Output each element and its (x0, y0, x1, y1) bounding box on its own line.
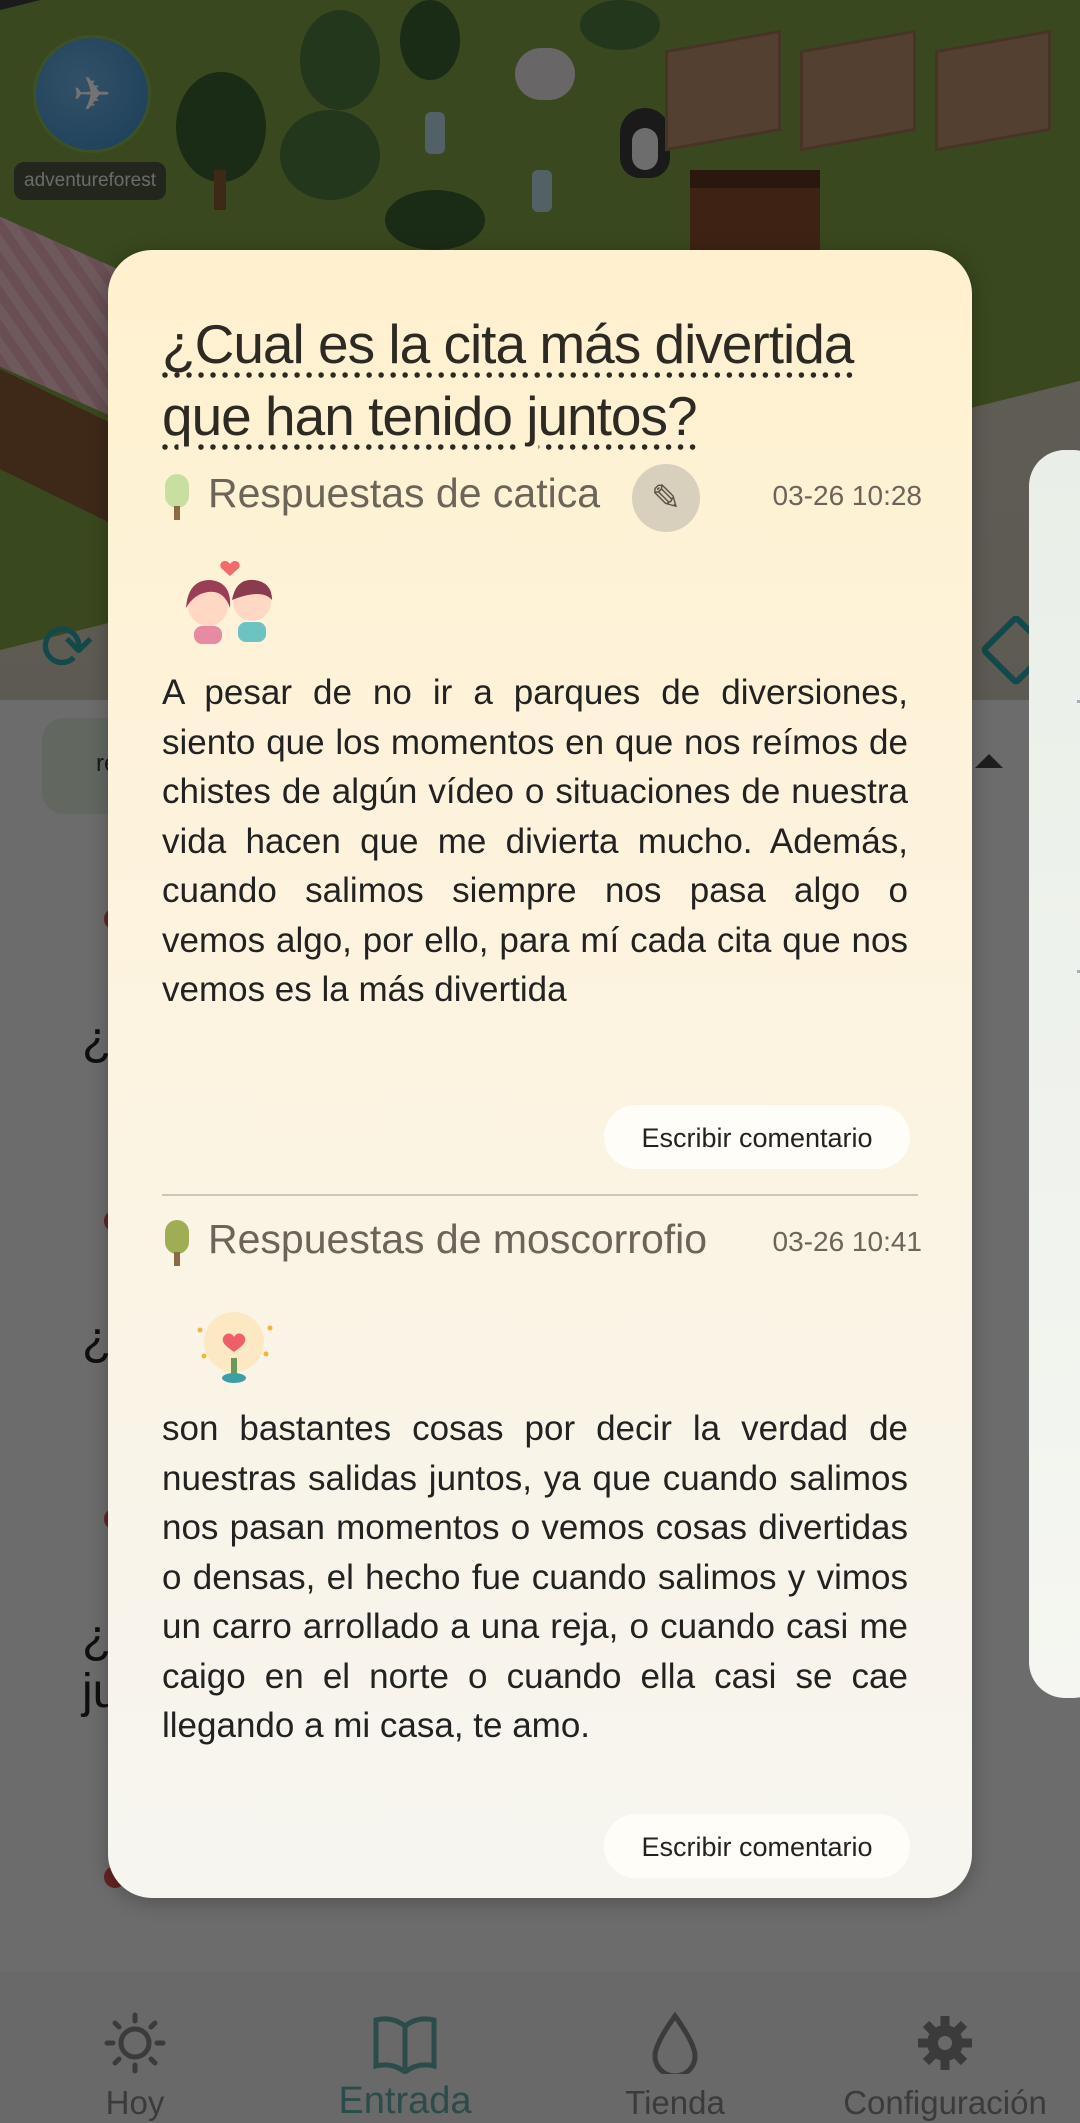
gear-icon (918, 2016, 972, 2070)
answer-header: Respuestas de catica ✎ 03-26 10:28 (162, 464, 922, 532)
nav-tienda[interactable]: Tienda (540, 1972, 810, 2123)
nav-label: Configuración (843, 2084, 1047, 2121)
answer-author: Respuestas de catica (208, 470, 601, 516)
nav-entrada[interactable]: Entrada (270, 1972, 540, 2123)
answer-text: son bastantes cosas por decir la verdad … (162, 1409, 908, 1745)
answer-time: 03-26 10:28 (772, 480, 922, 511)
nav-label: Tienda (625, 2084, 725, 2121)
nav-label: Hoy (105, 2084, 165, 2121)
drop-icon (652, 2012, 698, 2074)
answer-text: A pesar de no ir a parques de diversione… (162, 673, 908, 1009)
answer-modal: ¿Cual es la cita más divertida que han t… (108, 250, 972, 1898)
answer-author: Respuestas de moscorrofio (208, 1216, 708, 1262)
write-comment-button[interactable]: Escribir comentario (604, 1814, 910, 1878)
question-title: ¿Cual es la cita más divertida que han t… (162, 313, 854, 447)
tree-avatar-icon (162, 1220, 192, 1266)
tree-avatar-icon (162, 474, 192, 520)
sun-icon (104, 2012, 166, 2074)
lightbulb-heart-sticker-icon (197, 1312, 273, 1383)
edit-button[interactable]: ✎ (632, 464, 700, 532)
side-card-peek[interactable] (1029, 450, 1080, 1698)
couple-sticker-icon (186, 561, 272, 644)
bottom-nav: Hoy Entrada Tienda Configuración (0, 1972, 1080, 2123)
nav-hoy[interactable]: Hoy (0, 1972, 270, 2123)
nav-configuracion[interactable]: Configuración (810, 1972, 1080, 2123)
answer-divider (162, 1194, 918, 1196)
answer-header: Respuestas de moscorrofio 03-26 10:41 (162, 1210, 922, 1270)
answer-time: 03-26 10:41 (772, 1226, 922, 1257)
write-comment-button[interactable]: Escribir comentario (604, 1105, 910, 1169)
book-icon (373, 2016, 437, 2074)
nav-label: Entrada (338, 2080, 472, 2122)
